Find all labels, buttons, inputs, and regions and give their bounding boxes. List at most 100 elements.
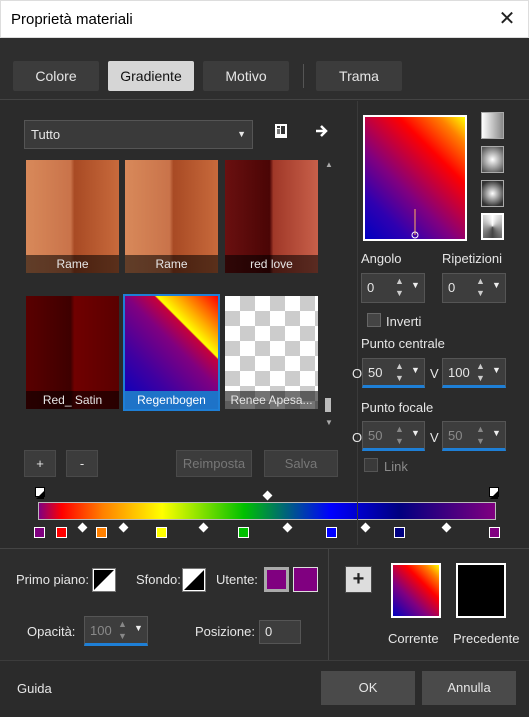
gradient-label: Regenbogen [125, 391, 218, 409]
repeat-value: 0 [448, 280, 456, 295]
scroll-up-icon[interactable]: ▲ [325, 160, 333, 169]
angle-label: Angolo [361, 251, 402, 266]
angle-dropdown-icon[interactable]: ▼ [411, 280, 420, 290]
focal-h-value: 50 [368, 428, 383, 443]
gradient-thumb-selected[interactable]: Regenbogen [123, 294, 220, 411]
gradient-thumb[interactable]: Rame [125, 160, 218, 273]
linear-style-icon[interactable] [481, 112, 504, 139]
midpoint-marker[interactable] [441, 522, 452, 533]
previous-swatch[interactable] [456, 563, 506, 618]
user-swatch-1[interactable] [264, 567, 289, 592]
midpoint-marker[interactable] [360, 522, 371, 533]
radial-style-icon[interactable] [481, 180, 504, 207]
color-stop-marker[interactable] [326, 527, 337, 538]
top-stop-right[interactable] [489, 487, 499, 499]
opacity-dropdown-icon[interactable]: ▼ [134, 623, 143, 633]
link-label: Link [384, 459, 408, 474]
invert-checkbox[interactable] [367, 313, 381, 327]
color-stop-marker[interactable] [34, 527, 45, 538]
angle-value: 0 [367, 280, 375, 295]
center-v-stepper-icon[interactable]: ▲ ▼ [476, 360, 485, 384]
position-label: Posizione: [195, 624, 255, 639]
focal-h-prefix: O [352, 430, 363, 445]
remove-gradient-button[interactable]: - [66, 450, 98, 477]
gradient-thumb[interactable]: Red_ Satin [26, 296, 119, 409]
category-value: Tutto [31, 127, 61, 142]
focal-point-label: Punto focale [361, 400, 434, 415]
cancel-button[interactable]: Annulla [422, 671, 516, 705]
center-v-value: 100 [448, 365, 470, 380]
focal-h-dropdown-icon[interactable]: ▼ [411, 428, 420, 438]
focal-h-stepper-icon[interactable]: ▲ ▼ [395, 423, 404, 447]
color-stop-marker[interactable] [238, 527, 249, 538]
current-swatch[interactable] [391, 563, 441, 618]
title-bar: Proprietà materiali ✕ [0, 0, 529, 38]
help-link[interactable]: Guida [17, 681, 52, 696]
gradient-label: Rame [26, 255, 119, 273]
focal-v-value: 50 [448, 428, 463, 443]
link-checkbox[interactable] [364, 458, 378, 472]
add-swatch-button[interactable]: + [345, 566, 372, 593]
color-stop-marker[interactable] [156, 527, 167, 538]
arrow-right-icon[interactable] [313, 122, 331, 140]
center-h-stepper-icon[interactable]: ▲ ▼ [395, 360, 404, 384]
previous-label: Precedente [453, 631, 520, 646]
add-gradient-button[interactable]: + [24, 450, 56, 477]
tab-colore[interactable]: Colore [13, 61, 99, 91]
background-swatch[interactable] [182, 568, 206, 592]
bottom-divider [328, 549, 329, 660]
repeat-stepper-icon[interactable]: ▲ ▼ [476, 275, 485, 299]
color-stop-marker[interactable] [96, 527, 107, 538]
save-button[interactable]: Salva [264, 450, 338, 477]
close-icon[interactable]: ✕ [495, 6, 519, 32]
gradient-thumb[interactable]: Rame [26, 160, 119, 273]
ok-button[interactable]: OK [321, 671, 415, 705]
gradient-label: Red_ Satin [26, 391, 119, 409]
repeat-dropdown-icon[interactable]: ▼ [492, 280, 501, 290]
chevron-down-icon: ▼ [237, 129, 246, 139]
gradient-label: Rame [125, 255, 218, 273]
foreground-swatch[interactable] [92, 568, 116, 592]
position-value: 0 [265, 624, 273, 639]
reset-button[interactable]: Reimposta [176, 450, 252, 477]
gradient-label: red love [225, 255, 318, 273]
library-icon[interactable] [272, 122, 290, 140]
position-input[interactable]: 0 [259, 620, 301, 644]
center-point-label: Punto centrale [361, 336, 445, 351]
category-dropdown[interactable]: Tutto ▼ [24, 120, 253, 149]
scroll-thumb[interactable] [325, 398, 331, 412]
tab-trama[interactable]: Trama [316, 61, 402, 91]
center-h-dropdown-icon[interactable]: ▼ [411, 365, 420, 375]
user-label: Utente: [216, 572, 258, 587]
focal-v-dropdown-icon[interactable]: ▼ [492, 428, 501, 438]
gallery-scrollbar[interactable]: ▲ ▼ [322, 160, 334, 430]
gradient-label: Renee Apesa... [225, 391, 318, 409]
angle-stepper-icon[interactable]: ▲ ▼ [395, 275, 404, 299]
focal-v-stepper-icon[interactable]: ▲ ▼ [476, 423, 485, 447]
scroll-down-icon[interactable]: ▼ [325, 418, 333, 427]
user-swatch-2[interactable] [293, 567, 318, 592]
gradient-thumb[interactable]: Renee Apesa... [225, 296, 318, 409]
gradient-bar[interactable] [38, 502, 496, 520]
window-title: Proprietà materiali [11, 11, 133, 28]
color-stop-marker[interactable] [394, 527, 405, 538]
center-v-prefix: V [430, 366, 439, 381]
center-v-dropdown-icon[interactable]: ▼ [492, 365, 501, 375]
sunburst-style-icon[interactable] [481, 213, 504, 240]
opacity-stepper-icon[interactable]: ▲ ▼ [118, 618, 127, 642]
background-label: Sfondo: [136, 572, 181, 587]
focal-v-prefix: V [430, 430, 439, 445]
invert-label: Inverti [386, 314, 422, 329]
tab-gradiente[interactable]: Gradiente [108, 61, 194, 91]
gradient-preview[interactable] [363, 115, 467, 241]
tab-motivo[interactable]: Motivo [203, 61, 289, 91]
top-stop-left[interactable] [35, 487, 45, 499]
color-stop-marker[interactable] [489, 527, 500, 538]
gradient-thumb[interactable]: red love [225, 160, 318, 273]
center-h-value: 50 [368, 365, 383, 380]
tab-divider [303, 64, 304, 88]
color-stop-marker[interactable] [56, 527, 67, 538]
rectangular-style-icon[interactable] [481, 146, 504, 173]
center-h-prefix: O [352, 366, 363, 381]
current-label: Corrente [388, 631, 439, 646]
